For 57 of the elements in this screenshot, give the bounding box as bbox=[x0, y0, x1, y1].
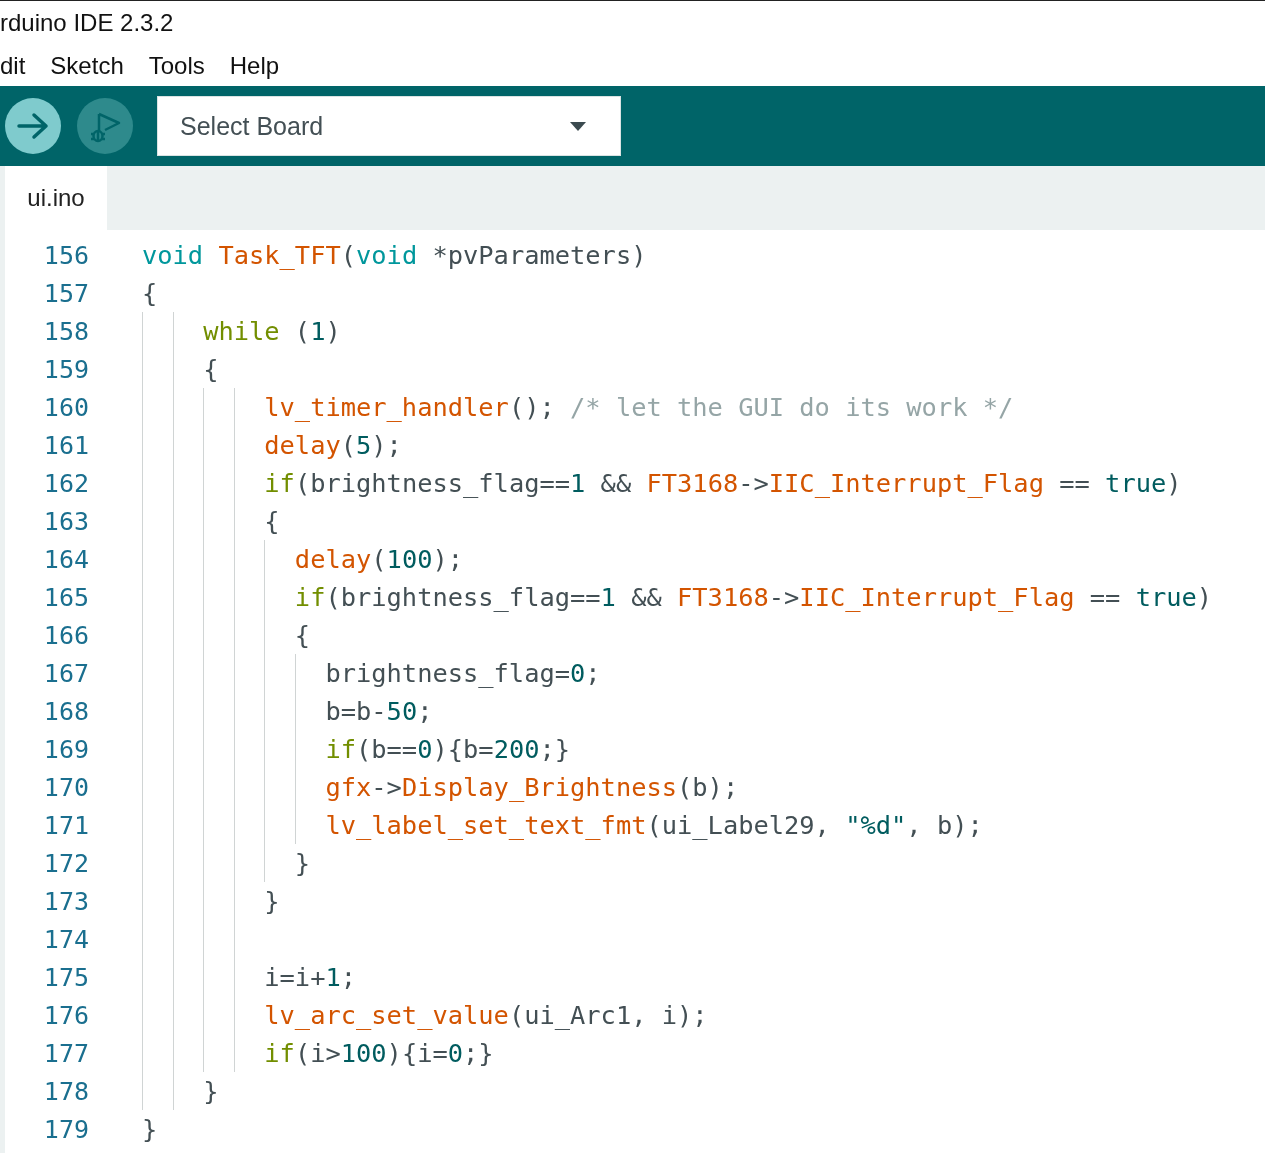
line-number: 176 bbox=[43, 1000, 89, 1030]
code-line: } bbox=[202, 1076, 219, 1106]
line-number: 177 bbox=[43, 1038, 89, 1068]
line-number: 160 bbox=[43, 392, 89, 422]
menu-item[interactable]: Sketch bbox=[50, 51, 124, 80]
code-line: void Task_TFT(void *pvParameters) bbox=[142, 240, 647, 270]
code-line: gfx->Display_Brightness(b); bbox=[324, 772, 739, 802]
code-line: } bbox=[293, 848, 311, 878]
code-line: { bbox=[293, 620, 311, 650]
code-line: if(brightness_flag==1 && FT3168->IIC_Interrupt_Flag == true) bbox=[263, 468, 1182, 498]
line-number: 168 bbox=[43, 696, 89, 726]
code-line: } bbox=[142, 1114, 158, 1144]
line-number: 175 bbox=[43, 962, 89, 992]
code-line: { bbox=[202, 354, 219, 384]
code-line: lv_label_set_text_fmt(ui_Label29, "%d", b); bbox=[324, 810, 983, 840]
arrow-icon bbox=[16, 112, 50, 140]
board-select[interactable]: Select Board bbox=[157, 96, 621, 156]
caret-icon bbox=[570, 121, 586, 131]
code-line: lv_arc_set_value(ui_Arc1, i); bbox=[263, 1000, 708, 1030]
code-line: while (1) bbox=[202, 316, 341, 346]
line-number: 162 bbox=[43, 468, 89, 498]
line-number: 166 bbox=[43, 620, 89, 650]
code-line: { bbox=[142, 278, 158, 308]
line-number: 172 bbox=[43, 848, 89, 878]
code-line: if(brightness_flag==1 && FT3168->IIC_Interrupt_Flag == true) bbox=[293, 582, 1213, 612]
code-line: b=b-50; bbox=[324, 696, 433, 726]
code-line: { bbox=[263, 506, 280, 536]
line-number: 171 bbox=[43, 810, 89, 840]
menu-item[interactable]: Help bbox=[229, 51, 280, 80]
line-number: 165 bbox=[43, 582, 89, 612]
line-number: 157 bbox=[43, 278, 89, 308]
line-number: 164 bbox=[43, 544, 89, 574]
file-tab[interactable]: ui.ino bbox=[5, 166, 107, 230]
code-line: delay(100); bbox=[293, 544, 464, 574]
line-number: 178 bbox=[43, 1076, 89, 1106]
upload-button[interactable] bbox=[5, 98, 61, 154]
line-number: 170 bbox=[43, 772, 89, 802]
line-number: 173 bbox=[43, 886, 89, 916]
line-number: 169 bbox=[43, 734, 89, 764]
menu-item[interactable]: dit bbox=[0, 51, 26, 80]
line-number: 156 bbox=[43, 240, 89, 270]
line-number: 167 bbox=[43, 658, 89, 688]
line-number: 179 bbox=[43, 1114, 89, 1144]
line-number: 158 bbox=[43, 316, 89, 346]
code-line: lv_timer_handler(); /* let the GUI do its work */ bbox=[263, 392, 1014, 422]
window-title: rduino IDE 2.3.2 bbox=[0, 9, 174, 37]
line-number: 174 bbox=[43, 924, 89, 954]
menu-item[interactable]: Tools bbox=[148, 51, 205, 80]
code-line: if(b==0){b=200;} bbox=[324, 734, 571, 764]
code-line: i=i+1; bbox=[263, 962, 357, 992]
code-line: delay(5); bbox=[263, 430, 402, 460]
line-number: 159 bbox=[43, 354, 89, 384]
line-number: 163 bbox=[43, 506, 89, 536]
code-line: } bbox=[263, 886, 280, 916]
line-number: 161 bbox=[43, 430, 89, 460]
code-line: if(i>100){i=0;} bbox=[263, 1038, 494, 1068]
code-line: brightness_flag=0; bbox=[324, 658, 601, 688]
